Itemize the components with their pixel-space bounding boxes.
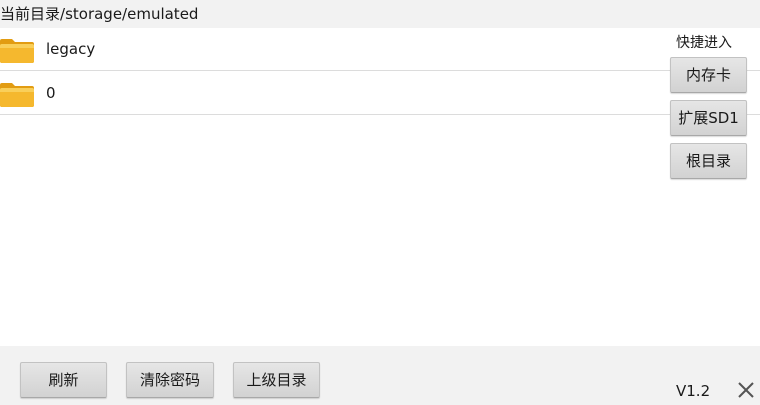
external-sd-button[interactable]: 扩展SD1 — [670, 100, 747, 136]
bottom-toolbar: 刷新 清除密码 上级目录 V1.2 — [0, 346, 760, 405]
file-row-legacy[interactable]: legacy — [0, 28, 760, 71]
parent-directory-button[interactable]: 上级目录 — [233, 362, 320, 398]
quick-access-panel: 快捷进入 内存卡 扩展SD1 根目录 — [666, 28, 760, 198]
current-path-label: 当前目录 — [0, 5, 61, 23]
internal-storage-button[interactable]: 内存卡 — [670, 57, 747, 93]
file-name: legacy — [46, 40, 96, 58]
file-name: 0 — [46, 84, 56, 102]
current-path-value: /storage/emulated — [60, 5, 199, 23]
root-directory-button[interactable]: 根目录 — [670, 143, 747, 179]
version-label: V1.2 — [676, 382, 711, 400]
file-list: legacy 0 — [0, 28, 760, 346]
current-path-bar: 当前目录/storage/emulated — [0, 0, 760, 28]
file-row-0[interactable]: 0 — [0, 72, 760, 115]
folder-icon — [0, 83, 34, 107]
clear-password-button[interactable]: 清除密码 — [126, 362, 214, 398]
close-icon[interactable] — [736, 380, 756, 400]
refresh-button[interactable]: 刷新 — [20, 362, 107, 398]
quick-access-title: 快捷进入 — [676, 35, 732, 51]
folder-icon — [0, 39, 34, 63]
